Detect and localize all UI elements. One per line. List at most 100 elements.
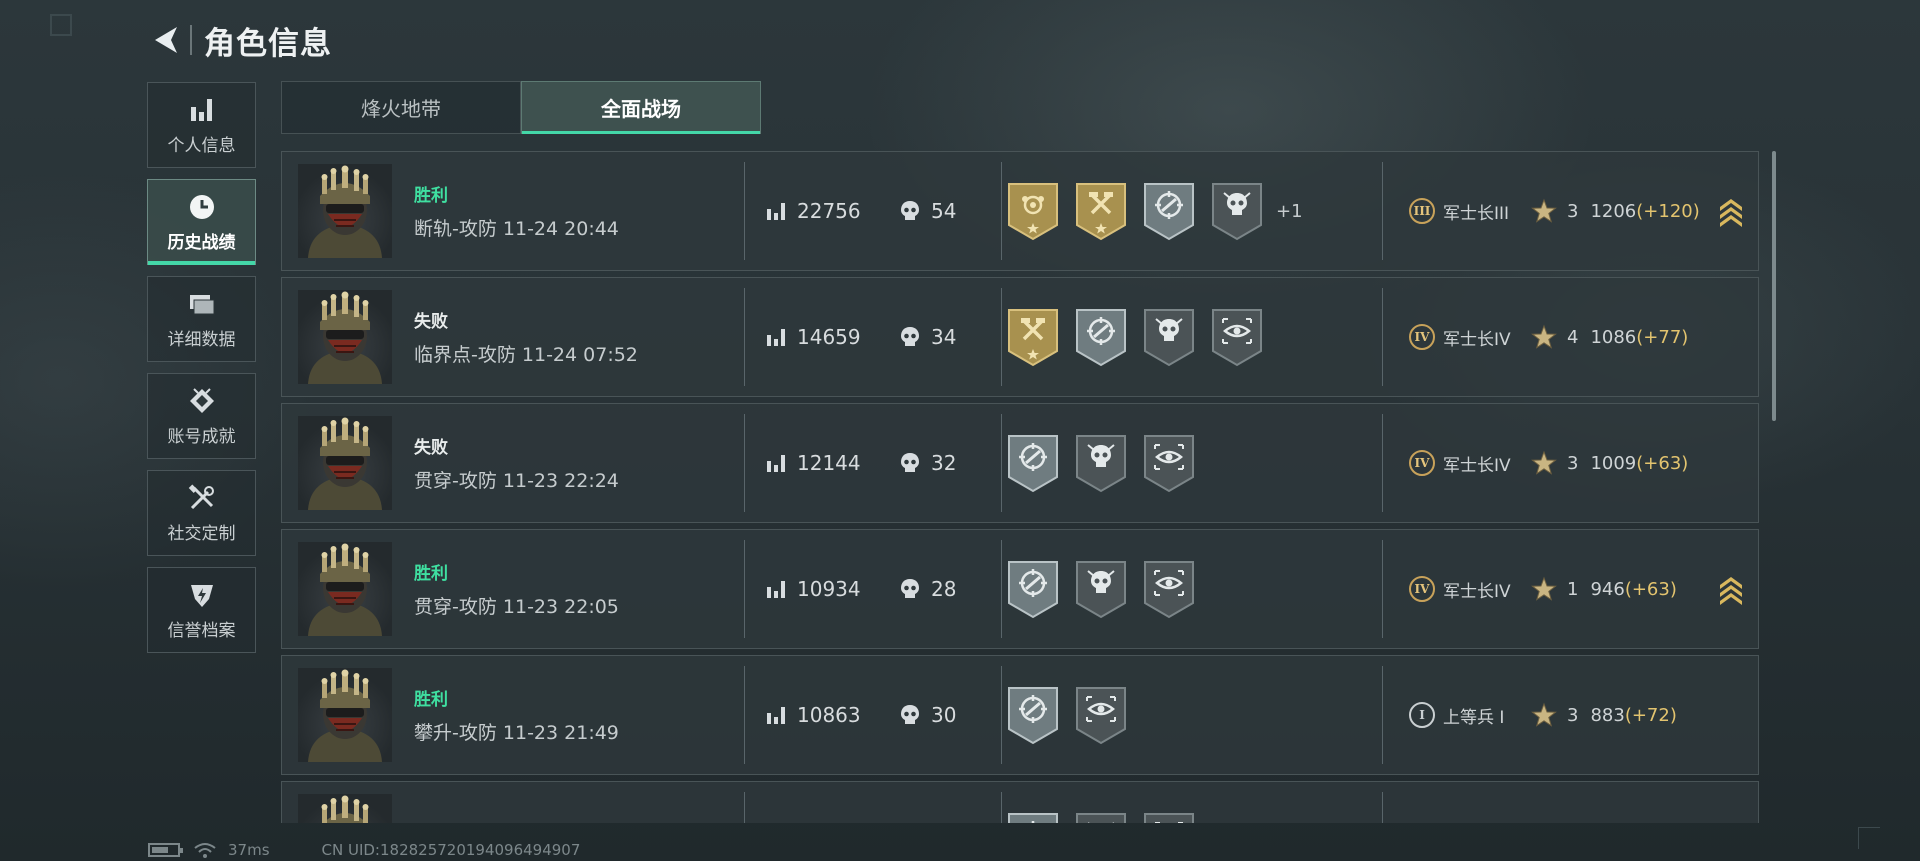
star-icon <box>1531 576 1557 601</box>
rank-name: 军士长IV <box>1443 329 1511 350</box>
kills-stat: 28 <box>899 577 956 601</box>
score-value: 10863 <box>797 703 861 727</box>
score-bars-icon <box>765 578 787 600</box>
silver-crosshair-medal-icon[interactable] <box>1142 181 1196 241</box>
match-result: 失败 <box>414 438 448 458</box>
status-bar: 37ms CN UID:182825720194096494907 <box>148 840 580 860</box>
rank-points: 946 <box>1590 578 1625 600</box>
dark-eye-medal-icon[interactable] <box>1210 307 1264 367</box>
sidebar-item-match-history[interactable]: 历史战绩 <box>147 179 256 265</box>
score-value: 14659 <box>797 325 861 349</box>
dark-eye-medal-icon[interactable] <box>1142 559 1196 619</box>
match-result: 胜利 <box>414 186 448 206</box>
rank-info: IV 军士长IV 3 1009 (+63) <box>1383 450 1758 476</box>
match-result: 胜利 <box>414 690 448 710</box>
silver-crosshair-medal-icon[interactable] <box>1006 811 1060 823</box>
match-row[interactable]: 失败 <box>281 781 1759 823</box>
match-map-time: 攀升-攻防 11-23 21:49 <box>414 722 619 744</box>
dark-skull-medal-icon[interactable] <box>1074 559 1128 619</box>
silver-crosshair-medal-icon[interactable] <box>1074 307 1128 367</box>
bar-chart-icon <box>187 95 217 125</box>
match-row[interactable]: 失败 临界点-攻防 11-24 07:52 14659 34 IV 军士长IV <box>281 277 1759 397</box>
kills-value: 34 <box>931 325 957 349</box>
gold-flower-medal-icon[interactable] <box>1006 181 1060 241</box>
dark-eye-medal-icon[interactable] <box>1074 685 1128 745</box>
soldier-portrait-icon <box>308 543 382 636</box>
match-info: 胜利 贯穿-攻防 11-23 22:05 <box>414 559 744 619</box>
medal-list <box>1002 559 1382 619</box>
silver-crosshair-medal-icon[interactable] <box>1006 559 1060 619</box>
score-bars-icon <box>765 452 787 474</box>
skull-icon <box>899 200 921 222</box>
dark-skull-medal-icon[interactable] <box>1142 307 1196 367</box>
dark-eye-medal-icon[interactable] <box>1142 433 1196 493</box>
avatar <box>298 164 392 258</box>
silver-crosshair-medal-icon[interactable] <box>1006 685 1060 745</box>
match-map-time: 临界点-攻防 11-24 07:52 <box>414 344 638 366</box>
kills-value: 30 <box>931 703 957 727</box>
rank-points-gain: (+63) <box>1624 578 1677 600</box>
cards-icon <box>187 289 217 319</box>
sidebar-item-social-custom[interactable]: 社交定制 <box>147 470 256 556</box>
soldier-portrait-icon <box>308 165 382 258</box>
back-button[interactable] <box>148 22 184 58</box>
soldier-portrait-icon <box>321 795 369 823</box>
score-stat: 14659 <box>765 325 899 349</box>
list-scrollbar[interactable] <box>1772 151 1776 421</box>
tab-warzone[interactable]: 烽火地带 <box>281 81 521 134</box>
rank-info: IV 军士长IV 1 946 (+63) <box>1383 576 1758 605</box>
match-stats: 12144 32 <box>745 451 1001 475</box>
rank-points: 1009 <box>1590 452 1637 474</box>
star-icon <box>1531 702 1557 727</box>
mode-tabs: 烽火地带 全面战场 <box>281 81 761 134</box>
skull-icon <box>899 704 921 726</box>
sidebar: 个人信息 历史战绩 详细数据 账号成就 社交定制 信誉档案 <box>147 82 257 664</box>
kills-stat: 30 <box>899 703 956 727</box>
gold-hammer-medal-icon[interactable] <box>1006 307 1060 367</box>
match-result: 胜利 <box>414 564 448 584</box>
rank-points: 883 <box>1590 704 1625 726</box>
silver-crosshair-medal-icon[interactable] <box>1006 433 1060 493</box>
sidebar-item-reputation[interactable]: 信誉档案 <box>147 567 256 653</box>
rank-points-gain: (+72) <box>1624 704 1677 726</box>
medal-list <box>1002 433 1382 493</box>
match-row[interactable]: 胜利 攀升-攻防 11-23 21:49 10863 30 I 上等兵 I 3 … <box>281 655 1759 775</box>
gold-hammer-medal-icon[interactable] <box>1074 181 1128 241</box>
match-row[interactable]: 失败 贯穿-攻防 11-23 22:24 12144 32 IV 军士长IV 3… <box>281 403 1759 523</box>
kills-stat: 32 <box>899 451 956 475</box>
sidebar-item-label: 信誉档案 <box>167 620 236 641</box>
rank-name: 军士长IV <box>1443 455 1511 476</box>
match-row[interactable]: 胜利 断轨-攻防 11-24 20:44 22756 54 +1 III 军士长… <box>281 151 1759 271</box>
back-arrow-icon <box>155 27 177 53</box>
rank-emblem-icon: I <box>1409 702 1435 728</box>
tools-icon <box>187 483 217 513</box>
dark-skull-medal-icon[interactable] <box>1074 811 1128 823</box>
rank-emblem-icon: III <box>1409 198 1435 224</box>
sidebar-item-label: 历史战绩 <box>167 232 236 253</box>
rank-stars-count: 1 <box>1567 578 1579 600</box>
rank-stars-count: 3 <box>1567 704 1579 726</box>
sidebar-item-achievements[interactable]: 账号成就 <box>147 373 256 459</box>
sidebar-item-personal-info[interactable]: 个人信息 <box>147 82 256 168</box>
match-map-time: 贯穿-攻防 11-23 22:24 <box>414 470 619 492</box>
dark-eye-medal-icon[interactable] <box>1142 811 1196 823</box>
skull-icon <box>899 452 921 474</box>
sidebar-item-detailed-data[interactable]: 详细数据 <box>147 276 256 362</box>
skull-icon <box>899 326 921 348</box>
avatar <box>298 668 392 762</box>
sidebar-item-label: 社交定制 <box>167 523 236 544</box>
rank-up-chevrons-icon <box>1720 577 1742 605</box>
skull-icon <box>899 578 921 600</box>
soldier-portrait-icon <box>308 417 382 510</box>
match-history-list[interactable]: 胜利 断轨-攻防 11-24 20:44 22756 54 +1 III 军士长… <box>281 151 1759 823</box>
tab-full-battlefield[interactable]: 全面战场 <box>521 81 761 134</box>
shield-icon <box>187 580 217 610</box>
match-row[interactable]: 胜利 贯穿-攻防 11-23 22:05 10934 28 IV 军士长IV 1… <box>281 529 1759 649</box>
dark-skull-medal-icon[interactable] <box>1210 181 1264 241</box>
page-title: 角色信息 <box>204 25 332 62</box>
rank-up-chevrons-icon <box>1720 199 1742 227</box>
kills-value: 28 <box>931 577 957 601</box>
wifi-icon <box>194 843 216 858</box>
rank-stars-count: 4 <box>1567 326 1579 348</box>
dark-skull-medal-icon[interactable] <box>1074 433 1128 493</box>
